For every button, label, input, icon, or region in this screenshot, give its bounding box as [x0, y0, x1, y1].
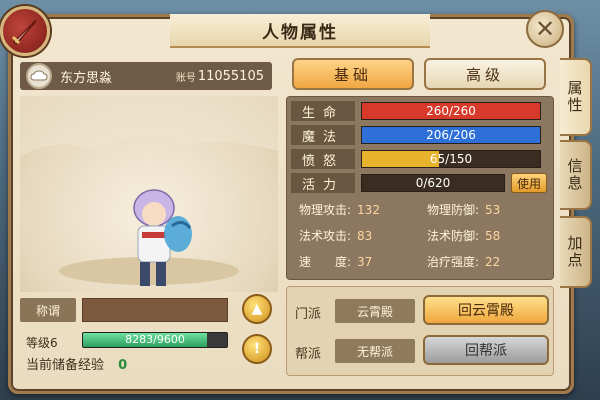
heal-stat: 治疗强度: 22 [427, 253, 500, 270]
title-label: 称谓 [20, 298, 76, 322]
rage-label: 愤怒 [291, 149, 355, 169]
use-button[interactable]: 使用 [511, 173, 547, 193]
stored-exp-label: 当前储备经验 [26, 358, 105, 373]
sword-icon [11, 19, 37, 46]
hp-value: 260/260 [426, 104, 476, 118]
name-bar: 东方思淼 账号 11055105 [20, 62, 272, 90]
stats-box: 生命 260/260 魔法 206/206 愤怒 65/150 活力 0/620… [286, 96, 554, 280]
guild-label: 帮派 [295, 347, 322, 362]
phys-def-value: 53 [485, 203, 501, 217]
panel-title: 人物属性 [262, 22, 338, 43]
side-tab-info[interactable]: 信息 [560, 140, 592, 210]
arrow-up-icon: ▲ [251, 301, 263, 317]
speed-label: 速 度: [299, 255, 352, 269]
panel-title-bar: 人物属性 [170, 14, 430, 48]
hp-row: 生命 260/260 [291, 101, 549, 121]
rage-value: 65/150 [429, 152, 473, 166]
speed-value: 37 [357, 255, 373, 269]
character-name: 东方思淼 [60, 70, 113, 86]
close-button[interactable]: ✕ [526, 10, 564, 48]
hero-sprite[interactable] [120, 186, 200, 292]
character-info-area: 东方思淼 账号 11055105 称谓 ▲ 等级6 8283/9600 ! 当前… [20, 62, 278, 388]
guild-value: 无帮派 [335, 339, 415, 363]
rage-row: 愤怒 65/150 [291, 149, 549, 169]
vitality-bar: 0/620 [361, 174, 505, 192]
phys-atk-stat: 物理攻击: 132 [299, 201, 380, 218]
mp-row: 魔法 206/206 [291, 125, 549, 145]
tab-basic[interactable]: 基础 [292, 58, 414, 90]
exp-bar: 8283/9600 [82, 332, 228, 348]
vitality-label: 活力 [291, 173, 355, 193]
phys-atk-value: 132 [357, 203, 380, 217]
mp-value: 206/206 [426, 128, 476, 142]
hero-figure [133, 189, 192, 286]
speed-stat: 速 度: 37 [299, 253, 372, 270]
level-label: 等级6 [26, 336, 58, 350]
game-screen: 人物属性 ✕ 东方思淼 账号 11055105 称谓 ▲ 等级6 8283/96… [0, 0, 600, 400]
account-label: 账号 [175, 72, 196, 84]
mp-label: 魔法 [291, 125, 355, 145]
mag-atk-label: 法术攻击: [299, 229, 352, 243]
stored-exp-value: 0 [118, 358, 128, 373]
character-portrait [20, 96, 278, 292]
faction-box: 门派 云霄殿 回云霄殿 帮派 无帮派 回帮派 [286, 286, 554, 376]
account-id: 11055105 [197, 68, 264, 84]
mag-def-stat: 法术防御: 58 [427, 227, 500, 244]
rage-bar: 65/150 [361, 150, 541, 168]
mag-atk-stat: 法术攻击: 83 [299, 227, 372, 244]
phys-def-stat: 物理防御: 53 [427, 201, 500, 218]
hp-label: 生命 [291, 101, 355, 121]
exp-info-button[interactable]: ! [242, 334, 272, 364]
heal-value: 22 [485, 255, 501, 269]
hp-bar: 260/260 [361, 102, 541, 120]
weapon-icon[interactable] [0, 6, 50, 56]
close-icon: ✕ [534, 15, 556, 43]
sect-value: 云霄殿 [335, 299, 415, 323]
mag-def-label: 法术防御: [427, 229, 480, 243]
return-guild-button[interactable]: 回帮派 [423, 335, 549, 365]
exclamation-icon: ! [253, 341, 261, 357]
heal-label: 治疗强度: [427, 255, 480, 269]
stored-exp-row: 当前储备经验 0 [26, 354, 127, 373]
change-title-button[interactable]: ▲ [242, 294, 272, 324]
cloud-icon [30, 70, 48, 81]
phys-atk-label: 物理攻击: [299, 203, 352, 217]
vitality-value: 0/620 [415, 176, 451, 190]
tab-advanced[interactable]: 高级 [424, 58, 546, 90]
side-tab-attributes[interactable]: 属性 [560, 58, 592, 136]
title-field[interactable] [82, 298, 228, 322]
phys-def-label: 物理防御: [427, 203, 480, 217]
return-sect-button[interactable]: 回云霄殿 [423, 295, 549, 325]
exp-progress-text: 8283/9600 [125, 333, 185, 346]
mp-bar: 206/206 [361, 126, 541, 144]
vitality-row: 活力 0/620 使用 [291, 173, 549, 193]
side-tab-points[interactable]: 加点 [560, 216, 592, 288]
mag-def-value: 58 [485, 229, 501, 243]
sect-label: 门派 [295, 307, 322, 322]
avatar-icon[interactable] [26, 63, 52, 89]
mag-atk-value: 83 [357, 229, 373, 243]
